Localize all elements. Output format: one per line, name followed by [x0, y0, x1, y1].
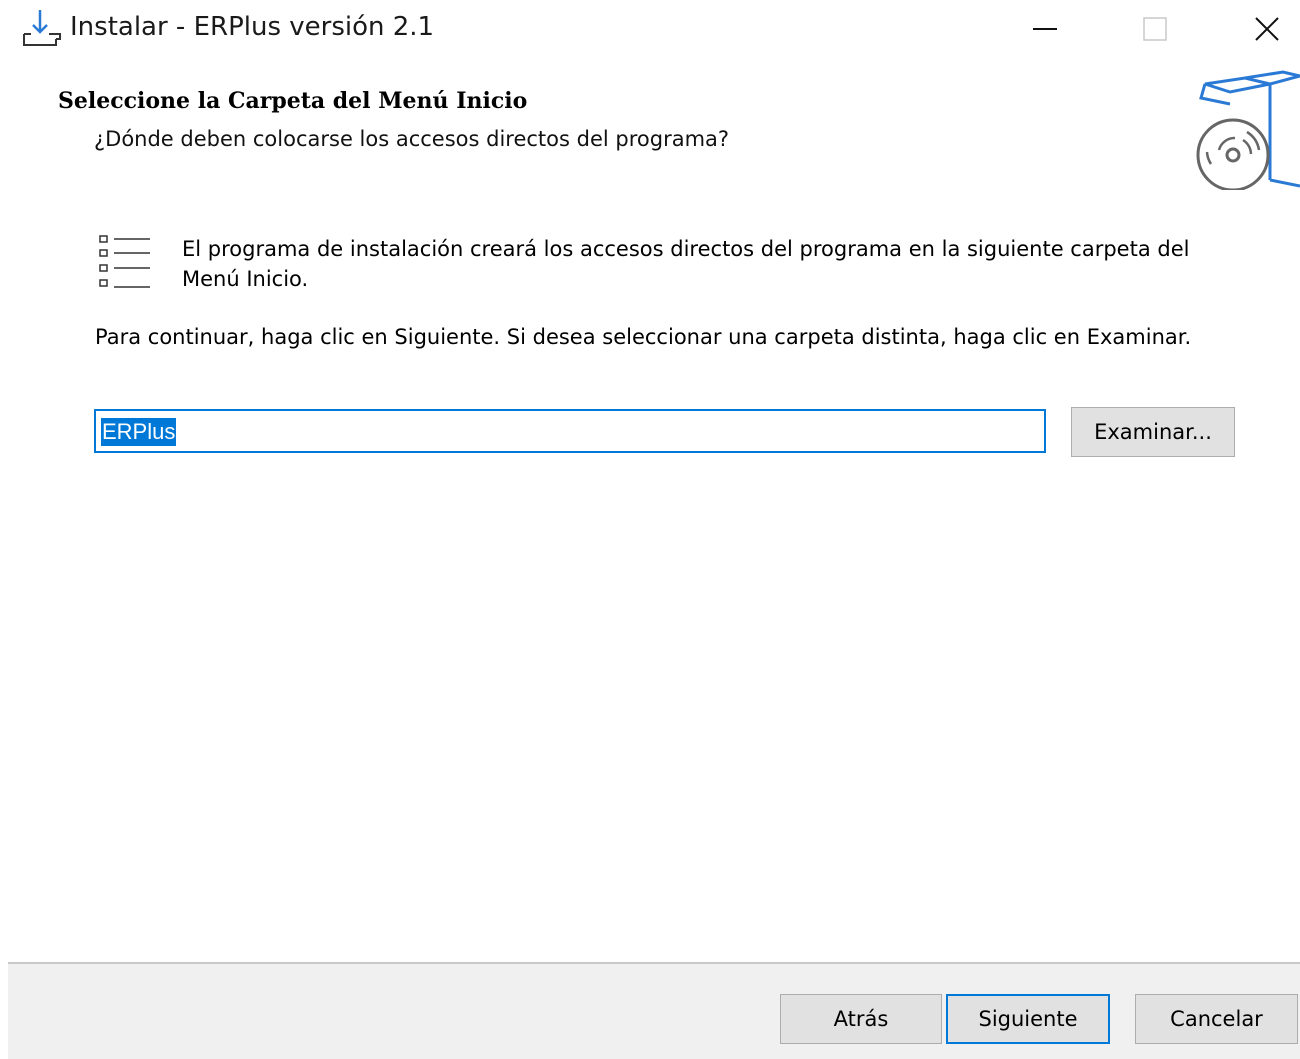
page-subtitle: ¿Dónde deben colocarse los accesos direc… [94, 127, 730, 151]
window-title: Instalar - ERPlus versión 2.1 [70, 12, 435, 42]
page-title: Seleccione la Carpeta del Menú Inicio [58, 88, 528, 114]
install-icon [23, 10, 61, 46]
minimize-button[interactable] [990, 0, 1100, 58]
title-bar: Instalar - ERPlus versión 2.1 [0, 0, 1300, 58]
browse-button[interactable]: Examinar... [1071, 407, 1235, 457]
folder-name-input[interactable]: ERPlus [94, 409, 1046, 453]
next-button[interactable]: Siguiente [946, 994, 1110, 1044]
continue-text: Para continuar, haga clic en Siguiente. … [95, 325, 1192, 349]
folder-name-value: ERPlus [101, 418, 177, 446]
minimize-icon [1033, 28, 1057, 30]
close-icon [1255, 17, 1279, 41]
maximize-icon [1143, 17, 1167, 41]
info-text: El programa de instalación creará los ac… [182, 237, 1190, 291]
box-disc-icon [1196, 70, 1300, 190]
maximize-button[interactable] [1100, 0, 1210, 58]
list-icon [99, 235, 150, 288]
close-button[interactable] [1212, 0, 1300, 58]
cancel-button[interactable]: Cancelar [1135, 994, 1298, 1044]
back-button[interactable]: Atrás [780, 994, 942, 1044]
